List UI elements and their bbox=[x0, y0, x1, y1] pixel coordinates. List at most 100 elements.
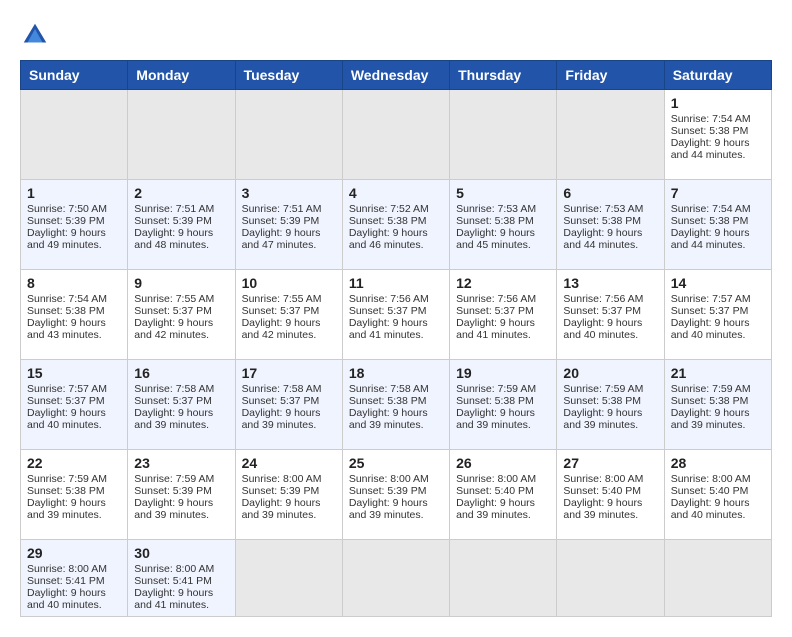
calendar-cell: 18Sunrise: 7:58 AMSunset: 5:38 PMDayligh… bbox=[342, 360, 449, 450]
sunrise-text: Sunrise: 7:57 AM bbox=[27, 383, 121, 395]
column-header-friday: Friday bbox=[557, 61, 664, 90]
day-number: 7 bbox=[671, 185, 765, 201]
sunrise-text: Sunrise: 8:00 AM bbox=[27, 563, 121, 575]
day-number: 15 bbox=[27, 365, 121, 381]
daylight-text: Daylight: 9 hours and 44 minutes. bbox=[671, 137, 765, 161]
column-header-thursday: Thursday bbox=[450, 61, 557, 90]
sunset-text: Sunset: 5:37 PM bbox=[134, 305, 228, 317]
sunset-text: Sunset: 5:37 PM bbox=[27, 395, 121, 407]
sunset-text: Sunset: 5:38 PM bbox=[563, 215, 657, 227]
day-number: 1 bbox=[671, 95, 765, 111]
column-header-monday: Monday bbox=[128, 61, 235, 90]
day-number: 3 bbox=[242, 185, 336, 201]
daylight-text: Daylight: 9 hours and 39 minutes. bbox=[563, 407, 657, 431]
daylight-text: Daylight: 9 hours and 41 minutes. bbox=[456, 317, 550, 341]
calendar-cell bbox=[342, 90, 449, 180]
calendar-cell: 16 Sunrise: 7:58 AMSunset: 5:37 PMDayligh… bbox=[128, 360, 235, 450]
calendar-cell: 1Sunrise: 7:54 AMSunset: 5:38 PMDaylight… bbox=[664, 90, 771, 180]
sunrise-text: Sunrise: 7:57 AM bbox=[671, 293, 765, 305]
sunrise-text: Sunrise: 8:00 AM bbox=[134, 563, 228, 575]
calendar-header-row: SundayMondayTuesdayWednesdayThursdayFrid… bbox=[21, 61, 772, 90]
daylight-text: Daylight: 9 hours and 44 minutes. bbox=[563, 227, 657, 251]
calendar-cell: 14Sunrise: 7:57 AMSunset: 5:37 PMDayligh… bbox=[664, 270, 771, 360]
sunrise-text: Sunrise: 7:55 AM bbox=[242, 293, 336, 305]
daylight-text: Daylight: 9 hours and 44 minutes. bbox=[671, 227, 765, 251]
sunrise-text: Sunrise: 7:53 AM bbox=[456, 203, 550, 215]
calendar-cell: 10Sunrise: 7:55 AMSunset: 5:37 PMDayligh… bbox=[235, 270, 342, 360]
calendar-cell: 21 Sunrise: 7:59 AMSunset: 5:38 PMDayligh… bbox=[664, 360, 771, 450]
sunset-text: Sunset: 5:41 PM bbox=[27, 575, 121, 587]
daylight-text: Daylight: 9 hours and 39 minutes. bbox=[671, 407, 765, 431]
sunrise-text: Sunrise: 7:55 AM bbox=[134, 293, 228, 305]
calendar-week-row: 15Sunrise: 7:57 AMSunset: 5:37 PMDayligh… bbox=[21, 360, 772, 450]
sunset-text: Sunset: 5:37 PM bbox=[134, 395, 228, 407]
calendar-cell: 19Sunrise: 7:59 AMSunset: 5:38 PMDayligh… bbox=[450, 360, 557, 450]
daylight-text: Daylight: 9 hours and 39 minutes. bbox=[134, 407, 228, 431]
sunset-text: Sunset: 5:39 PM bbox=[27, 215, 121, 227]
daylight-text: Daylight: 9 hours and 39 minutes. bbox=[242, 497, 336, 521]
sunrise-text: Sunrise: 7:59 AM bbox=[27, 473, 121, 485]
sunset-text: Sunset: 5:39 PM bbox=[134, 485, 228, 497]
sunrise-text: Sunrise: 7:58 AM bbox=[134, 383, 228, 395]
day-number: 18 bbox=[349, 365, 443, 381]
sunset-text: Sunset: 5:40 PM bbox=[563, 485, 657, 497]
sunrise-text: Sunrise: 7:53 AM bbox=[563, 203, 657, 215]
day-number: 17 bbox=[242, 365, 336, 381]
calendar-cell: 3Sunrise: 7:51 AMSunset: 5:39 PMDaylight… bbox=[235, 180, 342, 270]
daylight-text: Daylight: 9 hours and 45 minutes. bbox=[456, 227, 550, 251]
calendar-cell: 23Sunrise: 7:59 AMSunset: 5:39 PMDayligh… bbox=[128, 450, 235, 540]
sunrise-text: Sunrise: 7:51 AM bbox=[134, 203, 228, 215]
sunrise-text: Sunrise: 8:00 AM bbox=[671, 473, 765, 485]
sunset-text: Sunset: 5:38 PM bbox=[456, 215, 550, 227]
daylight-text: Daylight: 9 hours and 41 minutes. bbox=[349, 317, 443, 341]
day-number: 28 bbox=[671, 455, 765, 471]
daylight-text: Daylight: 9 hours and 40 minutes. bbox=[671, 317, 765, 341]
sunset-text: Sunset: 5:38 PM bbox=[671, 125, 765, 137]
sunset-text: Sunset: 5:39 PM bbox=[242, 485, 336, 497]
day-number: 30 bbox=[134, 545, 228, 561]
sunset-text: Sunset: 5:38 PM bbox=[671, 395, 765, 407]
sunrise-text: Sunrise: 8:00 AM bbox=[242, 473, 336, 485]
calendar-cell: 6Sunrise: 7:53 AMSunset: 5:38 PMDaylight… bbox=[557, 180, 664, 270]
sunrise-text: Sunrise: 7:58 AM bbox=[349, 383, 443, 395]
sunrise-text: Sunrise: 7:50 AM bbox=[27, 203, 121, 215]
column-header-wednesday: Wednesday bbox=[342, 61, 449, 90]
day-number: 24 bbox=[242, 455, 336, 471]
sunrise-text: Sunrise: 7:56 AM bbox=[456, 293, 550, 305]
sunset-text: Sunset: 5:38 PM bbox=[27, 305, 121, 317]
day-number: 27 bbox=[563, 455, 657, 471]
day-number: 16 bbox=[134, 365, 228, 381]
calendar-cell bbox=[557, 90, 664, 180]
daylight-text: Daylight: 9 hours and 48 minutes. bbox=[134, 227, 228, 251]
calendar-cell: 17Sunrise: 7:58 AMSunset: 5:37 PMDayligh… bbox=[235, 360, 342, 450]
sunrise-text: Sunrise: 7:51 AM bbox=[242, 203, 336, 215]
daylight-text: Daylight: 9 hours and 46 minutes. bbox=[349, 227, 443, 251]
sunset-text: Sunset: 5:37 PM bbox=[349, 305, 443, 317]
daylight-text: Daylight: 9 hours and 39 minutes. bbox=[242, 407, 336, 431]
daylight-text: Daylight: 9 hours and 41 minutes. bbox=[134, 587, 228, 611]
calendar-cell: 26Sunrise: 8:00 AMSunset: 5:40 PMDayligh… bbox=[450, 450, 557, 540]
day-number: 21 bbox=[671, 365, 765, 381]
column-header-saturday: Saturday bbox=[664, 61, 771, 90]
calendar-cell: 20Sunrise: 7:59 AMSunset: 5:38 PMDayligh… bbox=[557, 360, 664, 450]
daylight-text: Daylight: 9 hours and 40 minutes. bbox=[563, 317, 657, 341]
daylight-text: Daylight: 9 hours and 39 minutes. bbox=[349, 497, 443, 521]
sunrise-text: Sunrise: 7:59 AM bbox=[671, 383, 765, 395]
calendar-week-row: 29Sunrise: 8:00 AMSunset: 5:41 PMDayligh… bbox=[21, 540, 772, 617]
calendar-cell bbox=[450, 90, 557, 180]
day-number: 9 bbox=[134, 275, 228, 291]
sunrise-text: Sunrise: 7:56 AM bbox=[349, 293, 443, 305]
sunset-text: Sunset: 5:37 PM bbox=[456, 305, 550, 317]
calendar-cell: 9Sunrise: 7:55 AMSunset: 5:37 PMDaylight… bbox=[128, 270, 235, 360]
calendar-week-row: 1Sunrise: 7:54 AMSunset: 5:38 PMDaylight… bbox=[21, 90, 772, 180]
daylight-text: Daylight: 9 hours and 39 minutes. bbox=[456, 407, 550, 431]
sunset-text: Sunset: 5:40 PM bbox=[671, 485, 765, 497]
calendar-table: SundayMondayTuesdayWednesdayThursdayFrid… bbox=[20, 60, 772, 617]
calendar-week-row: 8Sunrise: 7:54 AMSunset: 5:38 PMDaylight… bbox=[21, 270, 772, 360]
sunset-text: Sunset: 5:40 PM bbox=[456, 485, 550, 497]
calendar-cell: 12Sunrise: 7:56 AMSunset: 5:37 PMDayligh… bbox=[450, 270, 557, 360]
sunset-text: Sunset: 5:38 PM bbox=[27, 485, 121, 497]
sunrise-text: Sunrise: 7:59 AM bbox=[456, 383, 550, 395]
daylight-text: Daylight: 9 hours and 49 minutes. bbox=[27, 227, 121, 251]
day-number: 23 bbox=[134, 455, 228, 471]
